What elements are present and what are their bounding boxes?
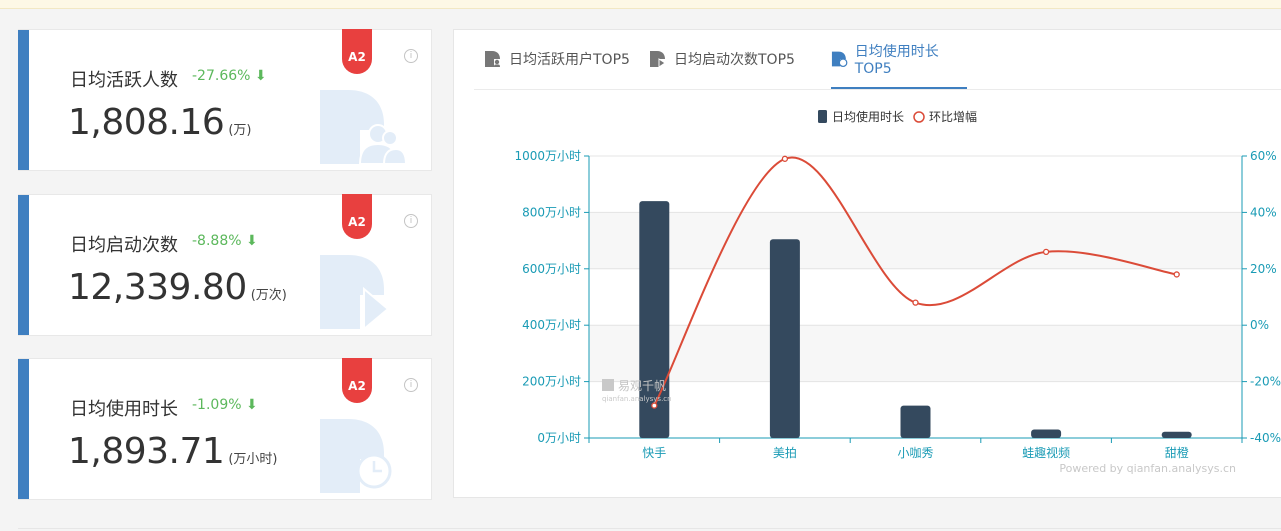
clock-icon	[320, 419, 392, 493]
card-title: 日均活跃人数	[70, 70, 178, 91]
y-left-tick-label: 400万小时	[522, 318, 581, 332]
user-group-icon	[485, 51, 500, 67]
level-badge: A2	[342, 29, 372, 74]
chart-axes: 0万小时 200万小时 400万小时 600万小时 800万小时 1000万小时 -40% -…	[514, 149, 1281, 460]
line-point	[651, 402, 658, 409]
arrow-down-icon: ⬇	[250, 68, 267, 84]
card-daily-launches: 日均启动次数 -8.88% ⬇ 12,339.80 (万次) A2 i	[18, 194, 432, 336]
arrow-down-icon: ⬇	[241, 233, 258, 249]
level-badge: A2	[342, 194, 372, 239]
clock-icon	[831, 51, 848, 67]
arrow-down-icon: ⬇	[241, 397, 258, 413]
y-left-tick-label: 1000万小时	[514, 149, 581, 163]
y-right-tick-label: 40%	[1250, 205, 1277, 219]
y-left-tick-label: 0万小时	[537, 431, 581, 445]
chart-footer: Powered by qianfan.analysys.cn	[1059, 462, 1236, 475]
card-change: -8.88% ⬇	[192, 233, 258, 249]
x-tick-label: 蛙趣视频	[1022, 445, 1070, 460]
bar	[769, 239, 800, 438]
card-daily-active-users: 日均活跃人数 -27.66% ⬇ 1,808.16 (万) A2 i	[18, 29, 432, 171]
y-right-tick-label: 20%	[1250, 262, 1277, 276]
x-tick-label: 快手	[642, 446, 666, 460]
line-point	[781, 155, 789, 162]
y-left-tick-label: 200万小时	[522, 375, 581, 389]
legend-label: 环比增幅	[929, 109, 977, 124]
chart-watermark: 易观千帆	[618, 378, 666, 393]
tab-label: 日均启动次数TOP5	[674, 52, 795, 68]
top5-panel: 日均活跃用户TOP5 日均启动次数TOP5 日均使用时长TOP5 日均使用时长 环…	[453, 29, 1281, 498]
x-tick-label: 小咖秀	[897, 445, 933, 460]
card-accent-bar	[18, 195, 29, 335]
legend-line-swatch	[913, 111, 925, 123]
card-accent-bar	[18, 30, 29, 170]
line-point	[1173, 271, 1180, 278]
info-icon[interactable]: i	[404, 378, 418, 392]
card-accent-bar	[18, 359, 29, 499]
bar	[1031, 429, 1062, 438]
card-unit: (万次)	[250, 288, 287, 303]
card-title: 日均启动次数	[70, 235, 178, 256]
card-title: 日均使用时长	[70, 399, 178, 420]
card-value: 12,339.80 (万次)	[68, 267, 287, 308]
x-tick-label: 美拍	[773, 445, 797, 460]
level-badge: A2	[342, 358, 372, 403]
card-unit: (万)	[228, 123, 252, 138]
info-icon[interactable]: i	[404, 49, 418, 63]
legend-bar-swatch	[818, 110, 827, 123]
card-value: 1,808.16 (万)	[68, 102, 252, 143]
tab-label: 日均活跃用户TOP5	[509, 52, 630, 68]
line-point	[912, 299, 919, 306]
y-right-tick-label: 60%	[1250, 149, 1277, 163]
y-right-tick-label: 0%	[1250, 318, 1269, 332]
y-left-tick-label: 600万小时	[522, 262, 581, 276]
tab-launches-top5[interactable]: 日均启动次数TOP5	[649, 30, 795, 88]
tab-label: 日均使用时长TOP5	[854, 43, 939, 77]
card-change: -27.66% ⬇	[192, 68, 267, 84]
tab-active-users-top5[interactable]: 日均活跃用户TOP5	[484, 30, 630, 88]
info-icon[interactable]: i	[404, 214, 418, 228]
y-left-tick-label: 800万小时	[522, 205, 581, 219]
grid-band	[589, 325, 1242, 382]
chart-legend: 日均使用时长 环比增幅	[818, 109, 977, 124]
x-tick-label: 甜橙	[1165, 445, 1189, 460]
usage-time-chart: 日均使用时长 环比增幅 0万小时 200万小时 400万小时 600万小时 800万小时 1…	[514, 109, 1281, 475]
card-change: -1.09% ⬇	[192, 397, 258, 413]
play-icon	[320, 255, 390, 329]
y-right-tick-label: -20%	[1250, 375, 1281, 389]
chart-watermark-sub: qianfan.analysys.cn	[602, 395, 672, 403]
watermark-logo-icon	[602, 379, 614, 391]
card-unit: (万小时)	[228, 452, 278, 467]
legend-label: 日均使用时长	[832, 109, 904, 124]
chart-grid	[589, 155, 1242, 439]
bar	[900, 405, 931, 438]
footer-divider	[18, 528, 1281, 529]
bar	[1161, 431, 1192, 438]
tab-usage-time-top5[interactable]: 日均使用时长TOP5	[831, 30, 967, 89]
play-icon	[650, 51, 666, 68]
card-value: 1,893.71 (万小时)	[68, 431, 278, 472]
grid-band	[589, 212, 1242, 269]
line-point	[1042, 248, 1050, 256]
notice-bar	[0, 0, 1281, 9]
card-daily-usage-time: 日均使用时长 -1.09% ⬇ 1,893.71 (万小时) A2 i	[18, 358, 432, 500]
y-right-tick-label: -40%	[1250, 431, 1281, 445]
user-group-icon	[320, 90, 406, 164]
tab-bar: 日均活跃用户TOP5 日均启动次数TOP5 日均使用时长TOP5	[474, 30, 1281, 90]
